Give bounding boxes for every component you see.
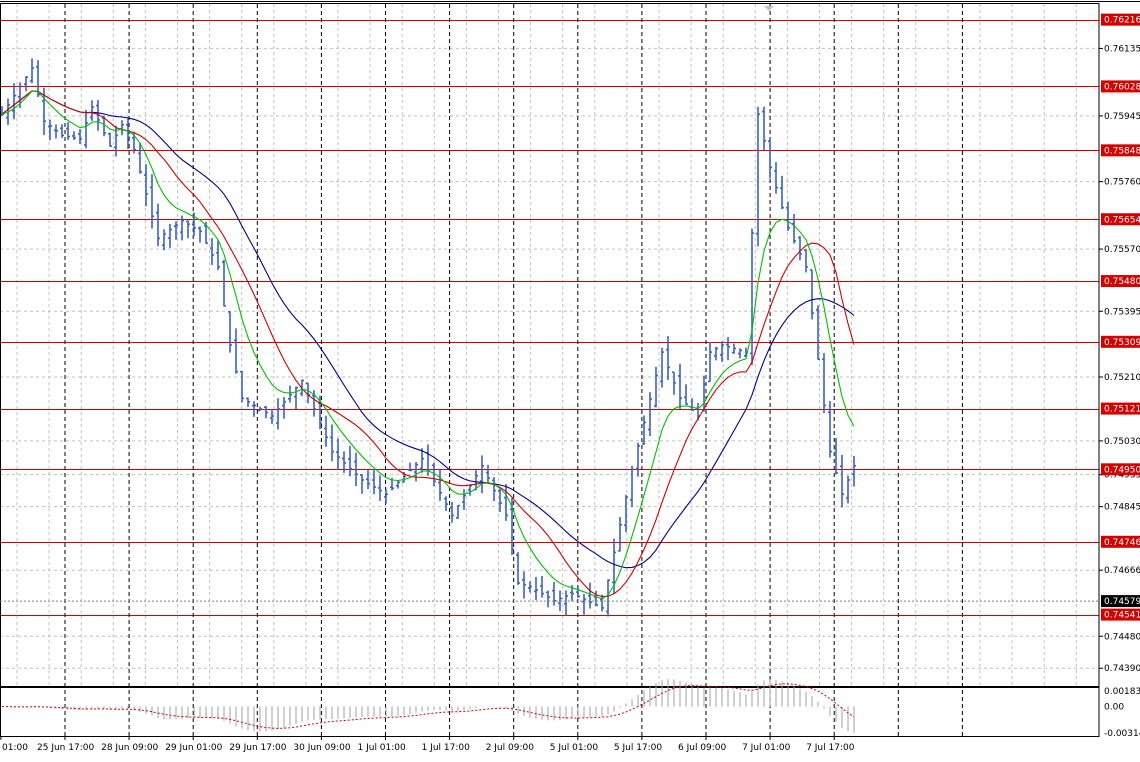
price-tick-label: 0.75760 <box>1104 178 1140 188</box>
time-tick-label: 5 Jul 17:00 <box>614 743 663 753</box>
time-tick-label: 7 Jul 01:00 <box>742 743 791 753</box>
oscillator-tick-label: -0.00314 <box>1104 729 1140 739</box>
time-tick-label: 5 Jul 01:00 <box>550 743 599 753</box>
price-tick-label: 0.75570 <box>1104 245 1140 255</box>
price-tick-label: 0.76135 <box>1104 44 1140 54</box>
level-label: 0.75480 <box>1104 277 1140 287</box>
level-label: 0.75121 <box>1104 405 1140 415</box>
price-tick-label: 0.74666 <box>1104 566 1140 576</box>
level-label: 0.76028 <box>1104 82 1140 92</box>
level-label: 0.75654 <box>1104 215 1140 225</box>
time-tick-label: 28 Jun 09:00 <box>101 743 158 753</box>
chart-canvas: 0.76135 0.75945 0.75760 0.75570 0.75395 0.752… <box>0 0 1140 758</box>
price-tick-label: 0.74845 <box>1104 503 1140 513</box>
level-label: 0.74541 <box>1104 611 1140 621</box>
time-tick-label: 7 Jul 17:00 <box>806 743 855 753</box>
price-tick-label: 0.75030 <box>1104 437 1140 447</box>
price-tick-label: 0.75395 <box>1104 307 1140 317</box>
oscillator-tick-label: 0.001838 <box>1104 687 1140 697</box>
time-tick-label: 01:00 <box>2 743 28 753</box>
level-label: 0.74746 <box>1104 538 1140 548</box>
time-tick-label: 1 Jul 17:00 <box>422 743 471 753</box>
level-label: 0.76216 <box>1104 16 1140 26</box>
current-price-label: 0.74579 <box>1104 597 1140 607</box>
time-tick-label: 29 Jun 17:00 <box>229 743 286 753</box>
time-tick-label: 1 Jul 01:00 <box>358 743 407 753</box>
price-tick-label: 0.75210 <box>1104 373 1140 383</box>
time-tick-label: 29 Jun 01:00 <box>165 743 222 753</box>
price-tick-label: 0.75945 <box>1104 112 1140 122</box>
level-label: 0.75309 <box>1104 338 1140 348</box>
oscillator-tick-label: 0.00 <box>1104 703 1124 713</box>
price-tick-label: 0.74390 <box>1104 664 1140 674</box>
price-chart: 0.76135 0.75945 0.75760 0.75570 0.75395 0.752… <box>0 0 1140 758</box>
chart-background <box>0 0 1140 758</box>
time-tick-label: 30 Jun 09:00 <box>293 743 350 753</box>
level-label: 0.75848 <box>1104 146 1140 156</box>
level-label: 0.74950 <box>1104 465 1140 475</box>
time-tick-label: 25 Jun 17:00 <box>37 743 94 753</box>
price-tick-label: 0.74480 <box>1104 632 1140 642</box>
time-tick-label: 6 Jul 09:00 <box>678 743 727 753</box>
time-tick-label: 2 Jul 09:00 <box>486 743 535 753</box>
